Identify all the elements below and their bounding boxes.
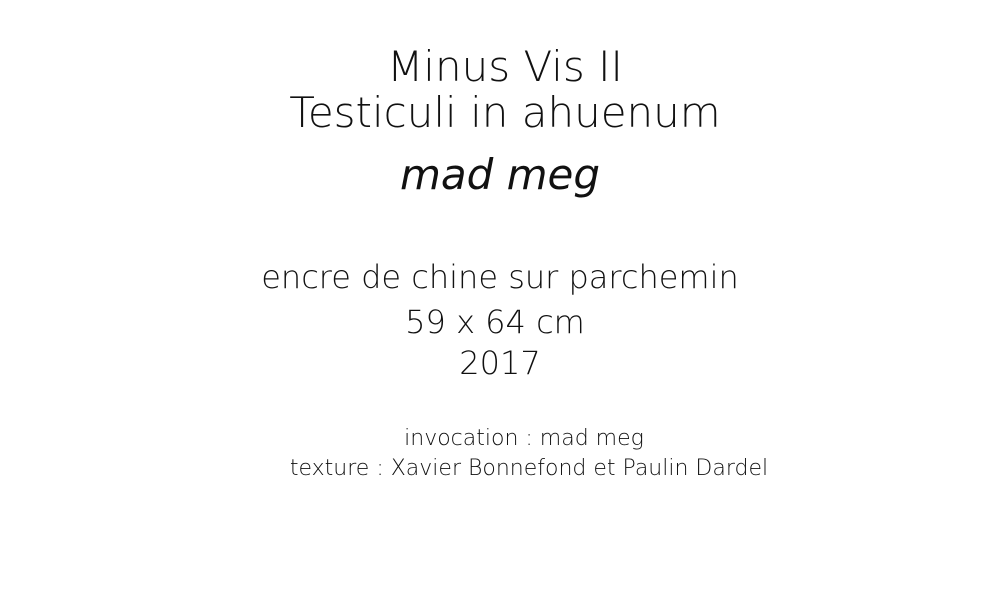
credit-texture: texture : Xavier Bonnefond et Paulin Dar… [289,456,769,481]
artwork-dimensions: 59 x 64 cm [405,303,585,341]
credit-invocation: invocation : mad meg [404,426,644,451]
artwork-title-line2: Testiculi in ahuenum [289,88,721,137]
artwork-year: 2017 [459,344,541,382]
artwork-medium: encre de chine sur parchemin [261,258,739,296]
artwork-title-line1: Minus Vis II [387,42,623,91]
artist-name: mad meg [399,150,601,199]
